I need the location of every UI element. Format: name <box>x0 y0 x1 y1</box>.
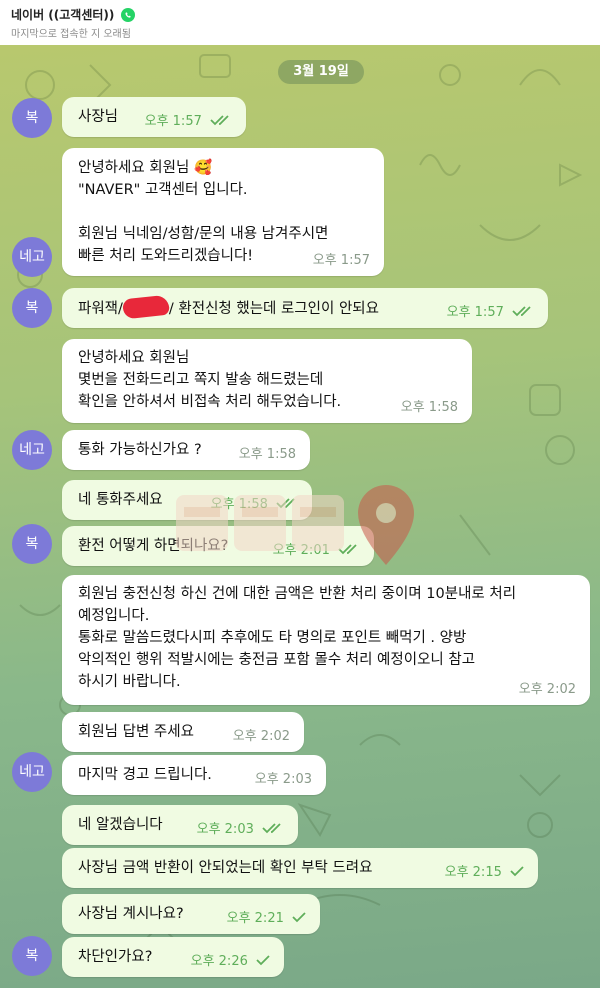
message-time: 오후 1:57 <box>144 114 202 129</box>
sent-checkmark-icon <box>510 866 524 877</box>
message-meta: 오후 2:03 <box>197 819 284 841</box>
message-meta: 오후 1:57 <box>313 250 370 272</box>
message-time: 오후 2:15 <box>444 865 502 880</box>
message-bubble[interactable]: 마지막 경고 드립니다. 오후 2:03 <box>62 755 326 795</box>
message-text: 사장님 <box>78 109 119 125</box>
message-meta: 오후 2:21 <box>227 908 306 930</box>
message-bubble[interactable]: 네 통화주세요 오후 1:58 <box>62 480 312 520</box>
message-time: 오후 1:58 <box>400 400 458 415</box>
read-checkmark-icon <box>210 115 229 126</box>
message-list[interactable]: 3월 19일 복 네고 복 네고 복 네고 복 사장님 오후 1:57 안녕하세… <box>0 45 600 988</box>
message-time: 오후 2:02 <box>232 729 290 744</box>
message-meta: 오후 2:15 <box>445 862 524 884</box>
message-time: 오후 1:57 <box>446 305 504 320</box>
sent-checkmark-icon <box>292 912 306 923</box>
message-text: 마지막 경고 드립니다. <box>78 767 212 783</box>
date-separator: 3월 19일 <box>278 60 364 84</box>
message-time: 오후 2:21 <box>226 911 284 926</box>
message-time: 오후 1:58 <box>238 447 296 462</box>
message-text: 파워잭/ / 환전신청 했는데 로그인이 안되요 <box>78 294 379 320</box>
read-checkmark-icon <box>512 306 531 317</box>
message-bubble[interactable]: 네 알겠습니다 오후 2:03 <box>62 805 298 845</box>
message-bubble[interactable]: 환전 어떻게 하면되나요? 오후 2:01 <box>62 526 374 566</box>
message-meta: 오후 2:02 <box>519 679 576 701</box>
message-bubble[interactable]: 차단인가요? 오후 2:26 <box>62 937 284 977</box>
message-text-end: / 환전신청 했는데 로그인이 안되요 <box>168 301 379 317</box>
message-time: 오후 1:58 <box>210 497 268 512</box>
chat-title[interactable]: 네이버 ((고객센터)) <box>11 6 135 23</box>
avatar[interactable]: 복 <box>12 98 52 138</box>
message-text: 회원님 충전신청 하신 건에 대한 금액은 반환 처리 중이며 10분내로 처리… <box>78 586 517 690</box>
message-text: 회원님 답변 주세요 <box>78 724 194 740</box>
whatsapp-icon <box>120 8 135 22</box>
message-bubble[interactable]: 사장님 오후 1:57 <box>62 97 246 137</box>
message-time: 오후 2:03 <box>254 772 312 787</box>
message-bubble[interactable]: 안녕하세요 회원님 🥰 "NAVER" 고객센터 입니다. 회원님 닉네임/성함… <box>62 148 384 276</box>
avatar[interactable]: 네고 <box>12 752 52 792</box>
read-checkmark-icon <box>262 823 281 834</box>
message-text: 안녕하세요 회원님 🥰 "NAVER" 고객센터 입니다. 회원님 닉네임/성함… <box>78 160 329 264</box>
avatar[interactable]: 복 <box>12 524 52 564</box>
chat-header: 네이버 ((고객센터)) 마지막으로 접속한 지 오래됨 <box>0 0 600 46</box>
message-time: 오후 2:01 <box>272 543 330 558</box>
avatar[interactable]: 복 <box>12 288 52 328</box>
message-text: 차단인가요? <box>78 949 153 965</box>
message-meta: 오후 2:02 <box>233 726 290 748</box>
message-text: 사장님 금액 반환이 안되었는데 확인 부탁 드려요 <box>78 860 373 876</box>
message-bubble[interactable]: 통화 가능하신가요 ? 오후 1:58 <box>62 430 310 470</box>
message-time: 오후 1:57 <box>312 253 370 268</box>
message-bubble[interactable]: 안녕하세요 회원님 몇번을 전화드리고 쪽지 발송 해드렸는데 확인을 안하셔서… <box>62 339 472 423</box>
avatar[interactable]: 네고 <box>12 430 52 470</box>
message-bubble[interactable]: 사장님 계시나요? 오후 2:21 <box>62 894 320 934</box>
message-bubble[interactable]: 회원님 충전신청 하신 건에 대한 금액은 반환 처리 중이며 10분내로 처리… <box>62 575 590 705</box>
message-time: 오후 2:02 <box>518 682 576 697</box>
message-text: 네 알겠습니다 <box>78 817 163 833</box>
chat-title-text: 네이버 ((고객센터)) <box>11 8 115 22</box>
message-time: 오후 2:03 <box>196 822 254 837</box>
read-checkmark-icon <box>276 498 295 509</box>
message-text: 사장님 계시나요? <box>78 906 184 922</box>
message-meta: 오후 1:57 <box>145 111 232 133</box>
message-bubble[interactable]: 파워잭/ / 환전신청 했는데 로그인이 안되요 오후 1:57 <box>62 288 548 328</box>
message-meta: 오후 1:58 <box>401 397 458 419</box>
message-meta: 오후 2:03 <box>255 769 312 791</box>
redacted-scribble <box>121 294 170 320</box>
message-meta: 오후 1:57 <box>447 302 534 324</box>
message-meta: 오후 2:01 <box>273 540 360 562</box>
message-meta: 오후 1:58 <box>211 494 298 516</box>
message-meta: 오후 1:58 <box>239 444 296 466</box>
message-bubble[interactable]: 회원님 답변 주세요 오후 2:02 <box>62 712 304 752</box>
sent-checkmark-icon <box>256 955 270 966</box>
message-meta: 오후 2:26 <box>191 951 270 973</box>
message-time: 오후 2:26 <box>190 954 248 969</box>
avatar[interactable]: 네고 <box>12 237 52 277</box>
message-text: 통화 가능하신가요 ? <box>78 442 202 458</box>
message-bubble[interactable]: 사장님 금액 반환이 안되었는데 확인 부탁 드려요 오후 2:15 <box>62 848 538 888</box>
message-text: 환전 어떻게 하면되나요? <box>78 538 229 554</box>
message-text-start: 파워잭/ <box>78 301 123 317</box>
chat-status: 마지막으로 접속한 지 오래됨 <box>11 29 131 40</box>
read-checkmark-icon <box>338 544 357 555</box>
message-text: 안녕하세요 회원님 몇번을 전화드리고 쪽지 발송 해드렸는데 확인을 안하셔서… <box>78 350 342 410</box>
message-text: 네 통화주세요 <box>78 492 163 508</box>
avatar[interactable]: 복 <box>12 936 52 976</box>
